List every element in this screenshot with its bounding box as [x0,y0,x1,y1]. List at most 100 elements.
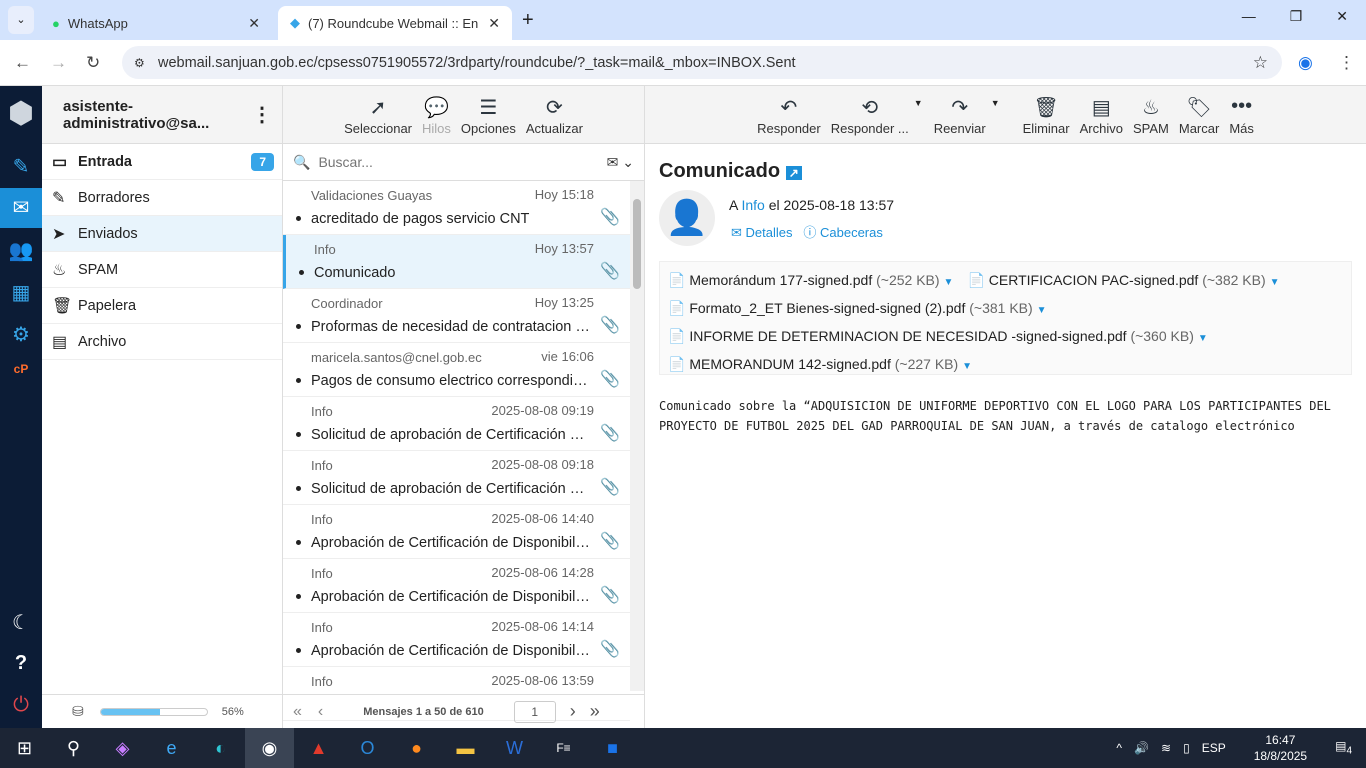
message-row[interactable]: Info 2025-08-08 09:19 Solicitud de aprobac… [283,397,630,451]
options-button[interactable]: ☰ Opciones [461,95,516,136]
folder-spam[interactable]: ♨ SPAM [42,252,282,288]
word-icon[interactable]: W [490,738,539,759]
message-row[interactable]: Info 2025-08-08 09:18 Solicitud de aprobac… [283,451,630,505]
last-page-icon[interactable]: » [590,701,600,722]
url-input[interactable]: ⚙ webmail.sanjuan.gob.ec/cpsess0751905572… [122,46,1282,79]
start-icon[interactable]: ⊞ [0,738,49,759]
menu-icon[interactable]: ⋮ [1338,53,1355,73]
compose-icon[interactable]: ✎ [0,154,42,179]
message-row[interactable]: Info 2025-08-06 14:14 Aprobación de Certif… [283,613,630,667]
language-indicator[interactable]: ESP [1202,741,1226,755]
message-row[interactable]: Info 2025-08-06 14:40 Aprobación de Certif… [283,505,630,559]
dark-mode-icon[interactable]: ☾ [0,610,42,635]
attachment-item[interactable]: 📄 CERTIFICACION PAC-signed.pdf (~382 KB)… [967,266,1279,294]
page-input[interactable]: 1 [513,700,556,723]
tab-whatsapp[interactable]: ● WhatsApp ✕ [40,6,272,40]
maximize-icon[interactable]: ❐ [1290,8,1303,25]
new-tab-button[interactable]: + [522,9,534,32]
help-icon[interactable]: ? [0,652,42,675]
attachment-menu-icon[interactable]: ▼ [944,277,954,288]
file-explorer-icon[interactable]: ▬ [441,738,490,759]
back-icon[interactable]: ← [14,53,31,73]
tab-search-button[interactable]: ⌄ [8,6,34,34]
wifi-icon[interactable]: ≋ [1161,741,1171,755]
message-row[interactable]: Validaciones Guayas Hoy 15:18 acreditado d… [283,181,630,235]
firefox-icon[interactable]: ● [392,738,441,759]
folder-trash[interactable]: 🗑 Papelera [42,288,282,324]
copilot-icon[interactable]: ◈ [98,738,147,759]
notifications-icon[interactable]: ▤4 [1335,739,1352,756]
attachment-item[interactable]: 📄 Formato_2_ET Bienes-signed-signed (2).… [668,294,1047,322]
attachment-menu-icon[interactable]: ▼ [962,361,972,372]
reply-all-button[interactable]: ⟲ Responder ... [831,95,909,136]
cpanel-icon[interactable]: cP [0,362,42,376]
delete-button[interactable]: 🗑 Eliminar [1023,95,1070,136]
recipient-link[interactable]: Info [741,197,764,213]
bookmark-star-icon[interactable]: ☆ [1253,53,1268,73]
chrome-icon[interactable]: ◉ [245,728,294,768]
folder-archive[interactable]: ▤ Archivo [42,324,282,360]
tab-roundcube[interactable]: ◆ (7) Roundcube Webmail :: Envia ✕ [278,6,512,40]
first-page-icon[interactable]: « [293,703,302,721]
reply-button[interactable]: ↶ Responder [757,95,821,136]
next-page-icon[interactable]: › [570,701,576,722]
attachment-menu-icon[interactable]: ▼ [1270,277,1280,288]
attachment-item[interactable]: 📄 INFORME DE DETERMINACION DE NECESIDAD … [668,322,1208,350]
profile-icon[interactable]: ◉ [1298,53,1313,73]
attachment-item[interactable]: 📄 Memorándum 177-signed.pdf (~252 KB) ▼ [668,266,953,294]
message-row[interactable]: Coordinador Hoy 13:25 Proformas de necesid… [283,289,630,343]
attachment-icon: 📎 [600,209,620,226]
acrobat-icon[interactable]: ▲ [294,738,343,759]
search-input[interactable] [318,154,579,170]
attachment-menu-icon[interactable]: ▼ [1037,305,1047,316]
message-row[interactable]: Info Hoy 13:57 Comunicado 📎 [283,235,630,289]
calendar-icon[interactable]: ▦ [0,280,42,305]
mail-icon[interactable]: ✉ [0,188,42,228]
attachment-item[interactable]: 📄 MEMORANDUM 142-signed.pdf (~227 KB) ▼ [668,350,972,378]
outlook-icon[interactable]: O [343,738,392,759]
details-link[interactable]: Detalles [746,225,793,240]
message-row[interactable]: Info 2025-08-06 14:28 Aprobación de Certif… [283,559,630,613]
close-window-icon[interactable]: ✕ [1336,8,1348,25]
site-info-icon[interactable]: ⚙ [134,56,145,70]
ie-icon[interactable]: e [147,738,196,759]
mark-button[interactable]: 🏷 Marcar [1179,95,1219,136]
headers-link[interactable]: Cabeceras [820,225,883,240]
select-button[interactable]: ➚ Seleccionar [344,95,412,136]
chevron-up-icon[interactable]: ^ [1116,741,1122,755]
folder-sent[interactable]: ➤ Enviados [42,216,282,252]
app-blue-icon[interactable]: ■ [588,738,637,759]
list-scrollbar[interactable] [630,181,644,691]
contacts-icon[interactable]: 👥 [0,238,42,263]
search-icon[interactable]: ⚲ [49,738,98,759]
logout-icon[interactable]: ⏻ [0,694,42,717]
folder-drafts[interactable]: ✎ Borradores [42,180,282,216]
account-menu-icon[interactable]: ⋮ [252,102,272,127]
threads-button[interactable]: 💬 Hilos [422,95,451,136]
reply-dropdown-icon[interactable]: ▼ [914,98,923,108]
reload-icon[interactable]: ↻ [86,53,100,73]
clock[interactable]: 16:47 18/8/2025 [1254,732,1307,764]
forward-button[interactable]: ↷ Reenviar [934,95,986,136]
message-row[interactable]: maricela.santos@cnel.gob.ec vie 16:06 Pago… [283,343,630,397]
close-tab-icon[interactable]: ✕ [488,15,500,32]
battery-icon[interactable]: ▯ [1183,741,1190,755]
search-scope-icon[interactable]: ✉ ⌄ [607,154,634,171]
more-button[interactable]: ••• Más [1229,95,1254,136]
spam-button[interactable]: ♨ SPAM [1133,95,1169,136]
app-fe-icon[interactable]: F≡ [539,741,588,755]
refresh-button[interactable]: ⟳ Actualizar [526,95,583,136]
settings-icon[interactable]: ⚙ [0,322,42,347]
forward-icon[interactable]: → [50,53,67,73]
scroll-thumb[interactable] [633,199,641,289]
minimize-icon[interactable]: — [1242,8,1256,25]
forward-dropdown-icon[interactable]: ▼ [991,98,1000,108]
edge-icon[interactable]: ◐ [196,738,245,759]
close-tab-icon[interactable]: ✕ [248,15,260,32]
attachment-menu-icon[interactable]: ▼ [1198,333,1208,344]
open-new-window-icon[interactable]: ↗ [785,166,802,180]
folder-inbox[interactable]: ▭ Entrada 7 [42,144,282,180]
volume-icon[interactable]: 🔊 [1134,741,1149,755]
archive-button[interactable]: ▤ Archivo [1080,95,1123,136]
prev-page-icon[interactable]: ‹ [318,703,323,721]
